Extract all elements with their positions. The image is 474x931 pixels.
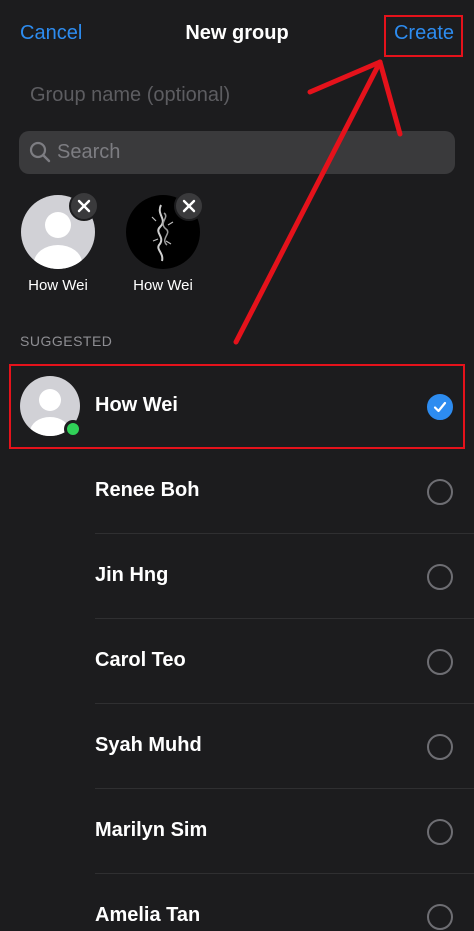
avatar <box>21 191 99 269</box>
selected-member-chip: How Wei <box>118 191 208 294</box>
section-header-suggested: SUGGESTED <box>20 333 113 349</box>
selected-member-chip: How Wei <box>13 191 103 294</box>
unselected-checkbox[interactable] <box>427 479 453 505</box>
contact-name: Marilyn Sim <box>95 819 208 841</box>
unselected-checkbox[interactable] <box>427 734 453 760</box>
close-icon <box>182 199 196 213</box>
unselected-checkbox[interactable] <box>427 904 453 930</box>
close-icon <box>77 199 91 213</box>
contact-name: Jin Hng <box>95 564 169 586</box>
unselected-checkbox[interactable] <box>427 819 453 845</box>
unselected-checkbox[interactable] <box>427 649 453 675</box>
contact-row[interactable]: Carol Teo <box>0 619 474 704</box>
unselected-checkbox[interactable] <box>427 564 453 590</box>
create-button-highlight-box <box>384 15 463 57</box>
contact-row[interactable]: Renee Boh <box>0 449 474 534</box>
chip-name: How Wei <box>133 277 193 294</box>
contact-name: Renee Boh <box>95 479 200 501</box>
contact-row[interactable]: Syah Muhd <box>0 704 474 789</box>
remove-member-button[interactable] <box>69 191 99 221</box>
avatar <box>126 191 204 269</box>
contact-row[interactable]: Amelia Tan <box>0 874 474 931</box>
contact-name: Syah Muhd <box>95 734 202 756</box>
search-input[interactable] <box>57 131 447 174</box>
search-icon <box>29 141 51 163</box>
contact-row[interactable]: Marilyn Sim <box>0 789 474 874</box>
contact-name: Carol Teo <box>95 649 186 671</box>
search-bar[interactable] <box>19 131 455 174</box>
contact-row-highlight-box <box>9 364 465 449</box>
remove-member-button[interactable] <box>174 191 204 221</box>
group-name-input[interactable] <box>20 75 450 115</box>
contact-name: Amelia Tan <box>95 904 201 926</box>
new-group-screen: Cancel New group Create Group name (opti… <box>0 0 474 931</box>
contact-row[interactable]: Jin Hng <box>0 534 474 619</box>
chip-name: How Wei <box>28 277 88 294</box>
